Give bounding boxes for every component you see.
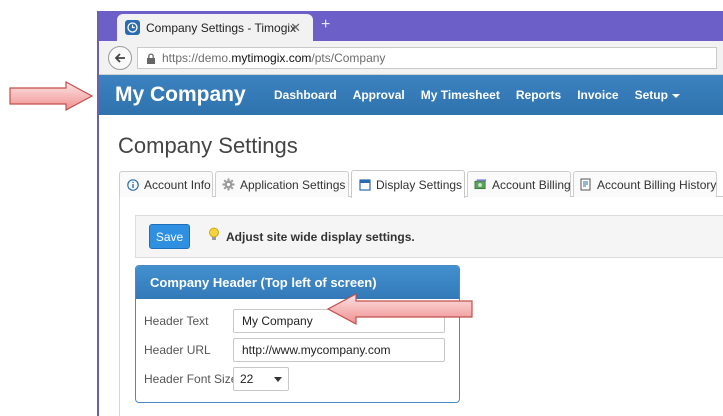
browser-window: Company Settings - Timogix ✕ + https://d… [97, 11, 723, 416]
browser-tab[interactable]: Company Settings - Timogix ✕ [117, 14, 313, 41]
tab-account-info[interactable]: Account Info [119, 171, 213, 197]
app-navbar: My Company Dashboard Approval My Timeshe… [99, 75, 723, 115]
nav-setup[interactable]: Setup [627, 88, 688, 102]
tab-account-billing-label: Account Billing [492, 177, 571, 192]
tab-account-billing[interactable]: Account Billing [467, 171, 571, 197]
brand-logo[interactable]: My Company [99, 83, 266, 107]
display-icon [358, 178, 371, 191]
tab-application-settings[interactable]: Application Settings [215, 171, 349, 197]
nav-dashboard[interactable]: Dashboard [266, 88, 345, 102]
tab-display-settings-label: Display Settings [376, 177, 463, 192]
new-tab-icon[interactable]: + [321, 16, 330, 34]
nav-invoice[interactable]: Invoice [569, 88, 626, 102]
browser-tab-title: Company Settings - Timogix [146, 20, 297, 35]
nav-reports[interactable]: Reports [508, 88, 569, 102]
lock-icon [147, 52, 155, 64]
chevron-down-icon [274, 377, 282, 382]
chevron-down-icon [671, 93, 680, 98]
tab-account-billing-history[interactable]: Account Billing History [573, 171, 717, 197]
settings-tabs: Account Info Application Settings Displa… [119, 169, 723, 198]
lightbulb-icon [208, 227, 220, 246]
header-url-label: Header URL [144, 343, 211, 357]
header-font-size-select[interactable]: 22 [233, 367, 289, 391]
nav-approval[interactable]: Approval [345, 88, 413, 102]
url-domain: mytimogix.com [231, 51, 312, 65]
address-bar: https://demo. mytimogix.com/pts/Company [99, 41, 723, 75]
back-arrow-icon [114, 53, 125, 63]
save-button[interactable]: Save [149, 224, 190, 249]
tab-display-settings[interactable]: Display Settings [351, 170, 465, 198]
history-icon [580, 178, 592, 191]
timogix-clock-icon [125, 20, 140, 35]
gear-icon [222, 178, 235, 191]
browser-tabstrip: Company Settings - Timogix ✕ + [99, 11, 723, 41]
url-prefix: https://demo. [162, 51, 232, 65]
back-button[interactable] [108, 46, 132, 70]
nav-setup-label: Setup [634, 88, 668, 102]
annotation-arrow-header-text [326, 292, 473, 326]
header-font-size-label: Header Font Size [144, 372, 238, 386]
tab-account-billing-history-label: Account Billing History [597, 177, 717, 192]
info-icon [126, 178, 139, 191]
tab-application-settings-label: Application Settings [240, 177, 346, 192]
company-header-panel: Company Header (Top left of screen) Head… [135, 265, 460, 403]
close-tab-icon[interactable]: ✕ [290, 20, 301, 36]
page-title: Company Settings [118, 133, 298, 158]
header-text-label: Header Text [144, 314, 209, 328]
url-path: /pts/Company [311, 51, 386, 65]
url-input[interactable]: https://demo. mytimogix.com/pts/Company [137, 47, 717, 69]
tab-account-info-label: Account Info [144, 177, 211, 192]
toolbar-hint: Adjust site wide display settings. [226, 229, 415, 244]
header-url-input[interactable]: http://www.mycompany.com [233, 338, 445, 362]
settings-toolbar: Save Adjust site wide display settings. [135, 215, 723, 258]
header-font-size-value: 22 [240, 372, 254, 386]
billing-icon [474, 178, 487, 191]
nav-my-timesheet[interactable]: My Timesheet [413, 88, 508, 102]
annotation-arrow-brand [9, 80, 94, 112]
